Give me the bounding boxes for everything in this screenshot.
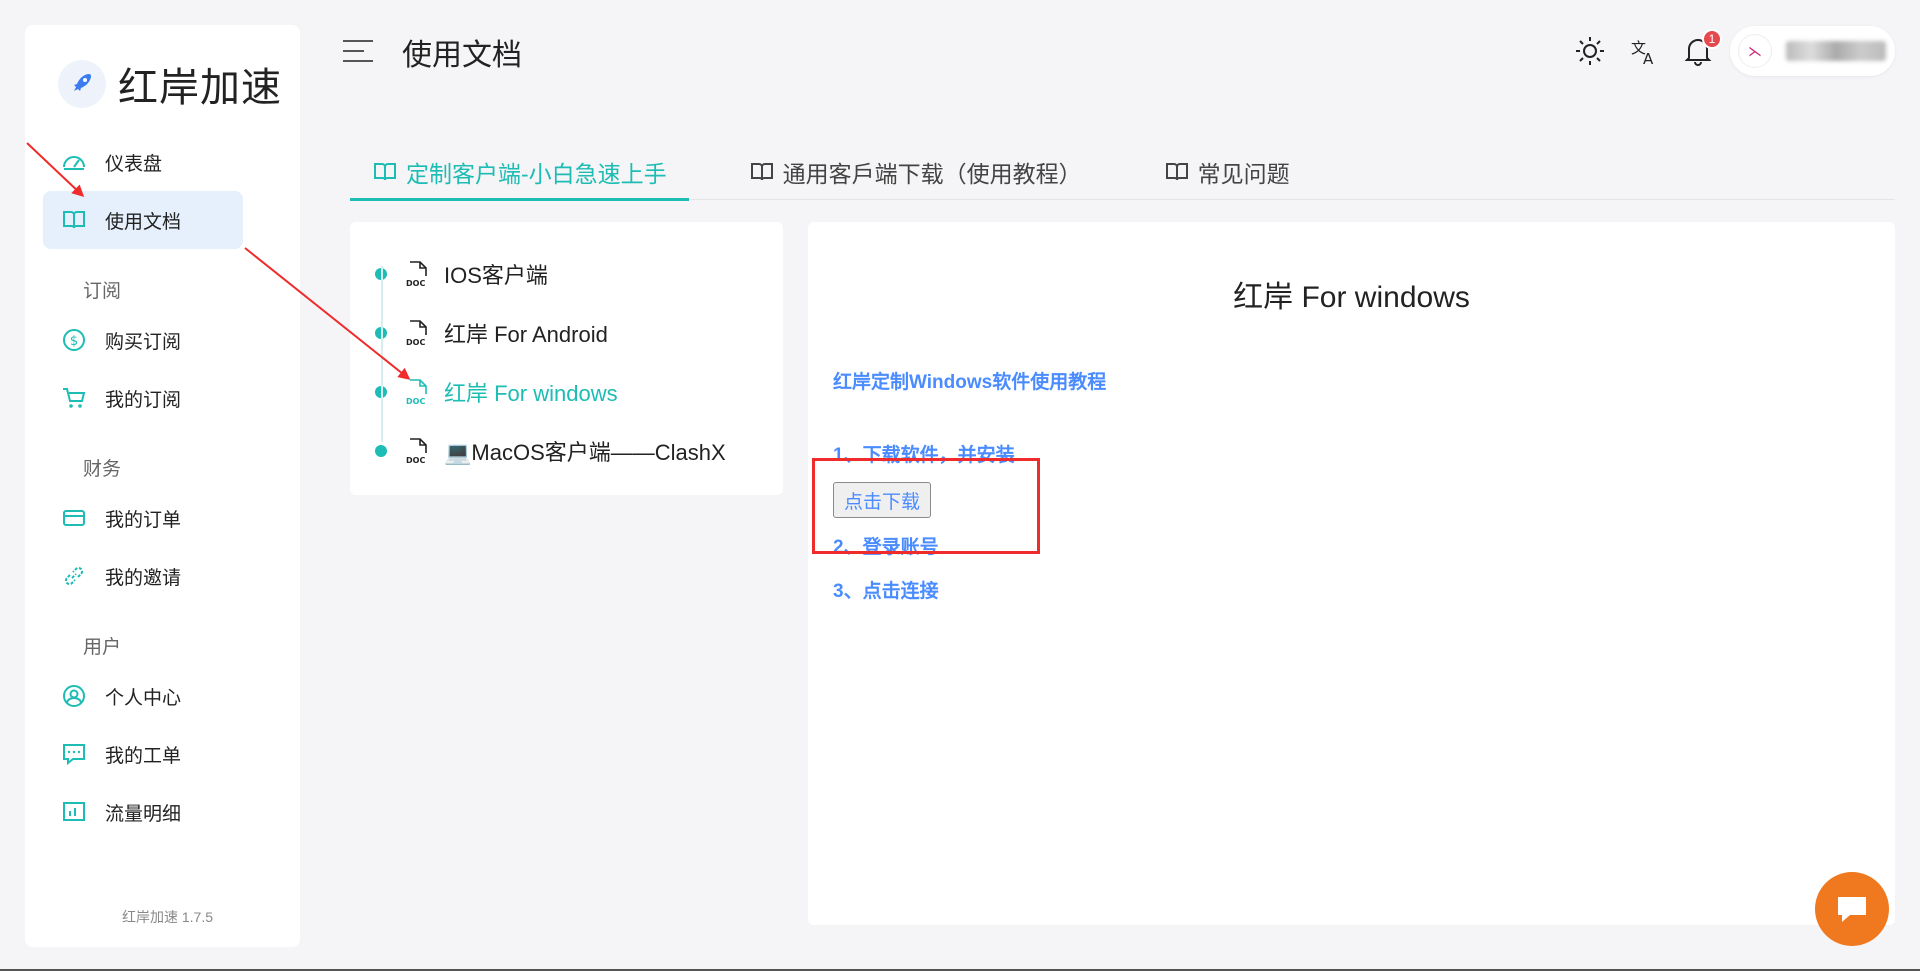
doc-item-label: 红岸 For Android	[444, 321, 608, 347]
doc-file-icon: DOC	[406, 319, 427, 347]
sidebar-item-label: 购买订阅	[105, 331, 182, 353]
header-actions: 文A 1 ⋋	[1552, 26, 1895, 76]
svg-text:DOC: DOC	[406, 397, 425, 406]
app-version: 红岸加速 1.7.5	[121, 909, 214, 925]
book-icon	[1165, 163, 1188, 181]
notification-badge: 1	[1702, 29, 1722, 49]
doc-content: 红岸 For windows 红岸定制Windows软件使用教程 1、下载软件，…	[808, 222, 1895, 925]
sidebar-item-buy-subscription[interactable]: $ 购买订阅	[43, 311, 243, 369]
tab-label: 定制客户端-小白急速上手	[406, 161, 667, 187]
chat-icon	[63, 744, 85, 766]
cart-icon	[63, 388, 86, 408]
translate-icon: 文A	[1631, 39, 1654, 66]
doc-item-label: 红岸 For windows	[444, 380, 618, 406]
section-title-user: 用户	[83, 637, 122, 658]
dollar-icon: $	[63, 329, 85, 351]
wallet-icon	[63, 510, 85, 526]
svg-text:A: A	[1643, 50, 1654, 66]
page-title: 使用文档	[402, 39, 522, 72]
sidebar-item-my-subscription[interactable]: 我的订阅	[43, 369, 243, 427]
notifications-button[interactable]: 1	[1682, 29, 1722, 67]
sidebar-item-my-orders[interactable]: 我的订单	[43, 489, 243, 547]
sidebar-item-label: 流量明细	[105, 803, 182, 825]
doc-item-android[interactable]: DOC 红岸 For Android	[350, 303, 783, 362]
doc-item-label: IOS客户端	[444, 262, 548, 288]
sidebar-nav: 仪表盘 使用文档 订阅 $ 购买订阅 我的订阅 财务 我的订单 我的邀请 用户 …	[43, 133, 293, 841]
svg-text:DOC: DOC	[406, 338, 425, 347]
user-icon	[63, 685, 85, 707]
doc-file-icon: DOC	[406, 437, 427, 465]
doc-file-icon: DOC	[406, 378, 427, 406]
sidebar: 红岸加速 仪表盘 使用文档 订阅 $ 购买订阅 我的订阅 财务 我的订单 我的邀…	[25, 25, 300, 947]
sun-icon	[1576, 37, 1604, 65]
doc-item-windows[interactable]: DOC 红岸 For windows	[350, 362, 783, 421]
doc-item-label: 💻MacOS客户端——ClashX	[444, 439, 726, 465]
chat-support-button[interactable]	[1815, 872, 1889, 946]
sidebar-item-label: 个人中心	[105, 687, 182, 709]
sidebar-item-label: 我的订单	[105, 509, 182, 531]
sidebar-item-label: 仪表盘	[105, 153, 163, 175]
sidebar-item-label: 我的工单	[105, 745, 182, 767]
svg-text:$: $	[70, 334, 78, 349]
section-title-finance: 财务	[83, 459, 122, 480]
annotation-highlight-box	[812, 458, 1040, 554]
chat-bubble-icon	[1838, 897, 1866, 922]
doc-item-ios[interactable]: DOC IOS客户端	[350, 244, 783, 303]
doc-file-icon: DOC	[406, 260, 427, 288]
doc-item-macos[interactable]: DOC 💻MacOS客户端——ClashX	[350, 421, 783, 480]
tab-custom-client[interactable]: 定制客户端-小白急速上手	[350, 144, 689, 201]
sidebar-item-profile[interactable]: 个人中心	[43, 667, 243, 725]
sidebar-item-label: 我的邀请	[105, 567, 182, 589]
sidebar-item-label: 使用文档	[105, 211, 182, 233]
tab-general-client[interactable]: 通用客戶端下载（使用教程）	[727, 144, 1104, 200]
book-icon	[63, 211, 85, 229]
timeline-line	[381, 266, 383, 442]
doc-tabs: 定制客户端-小白急速上手 通用客戶端下载（使用教程） 常见问题	[350, 144, 1895, 201]
user-menu[interactable]: ⋋	[1730, 26, 1895, 76]
doc-heading: 红岸定制Windows软件使用教程	[833, 372, 1107, 393]
book-icon	[750, 163, 773, 181]
svg-text:DOC: DOC	[406, 279, 425, 288]
section-title-subscription: 订阅	[83, 281, 122, 302]
tab-label: 通用客戶端下载（使用教程）	[782, 161, 1082, 187]
sidebar-item-docs[interactable]: 使用文档	[43, 191, 243, 249]
theme-toggle-button[interactable]	[1574, 35, 1606, 67]
step-3: 3、点击连接	[833, 581, 939, 602]
svg-text:DOC: DOC	[406, 456, 425, 465]
tab-label: 常见问题	[1197, 161, 1290, 187]
sidebar-item-tickets[interactable]: 我的工单	[43, 725, 243, 783]
tab-faq[interactable]: 常见问题	[1142, 144, 1312, 200]
sidebar-item-traffic[interactable]: 流量明细	[43, 783, 243, 841]
timeline-dot	[375, 444, 387, 457]
sidebar-item-label: 我的订阅	[105, 389, 182, 411]
sidebar-item-my-invites[interactable]: 我的邀请	[43, 547, 243, 605]
link-icon	[64, 566, 84, 586]
doc-title: 红岸 For windows	[1233, 281, 1470, 314]
sidebar-item-dashboard[interactable]: 仪表盘	[43, 133, 243, 191]
dashboard-icon	[63, 156, 85, 170]
menu-toggle-button[interactable]	[342, 38, 374, 64]
chart-icon	[63, 802, 85, 821]
doc-list: DOC IOS客户端 DOC 红岸 For Android DOC 红岸 For…	[350, 222, 783, 495]
menu-icon	[343, 40, 373, 62]
language-button[interactable]: 文A	[1628, 35, 1660, 67]
book-icon	[374, 163, 396, 181]
avatar: ⋋	[1738, 34, 1772, 68]
blurred-username	[1786, 41, 1886, 61]
